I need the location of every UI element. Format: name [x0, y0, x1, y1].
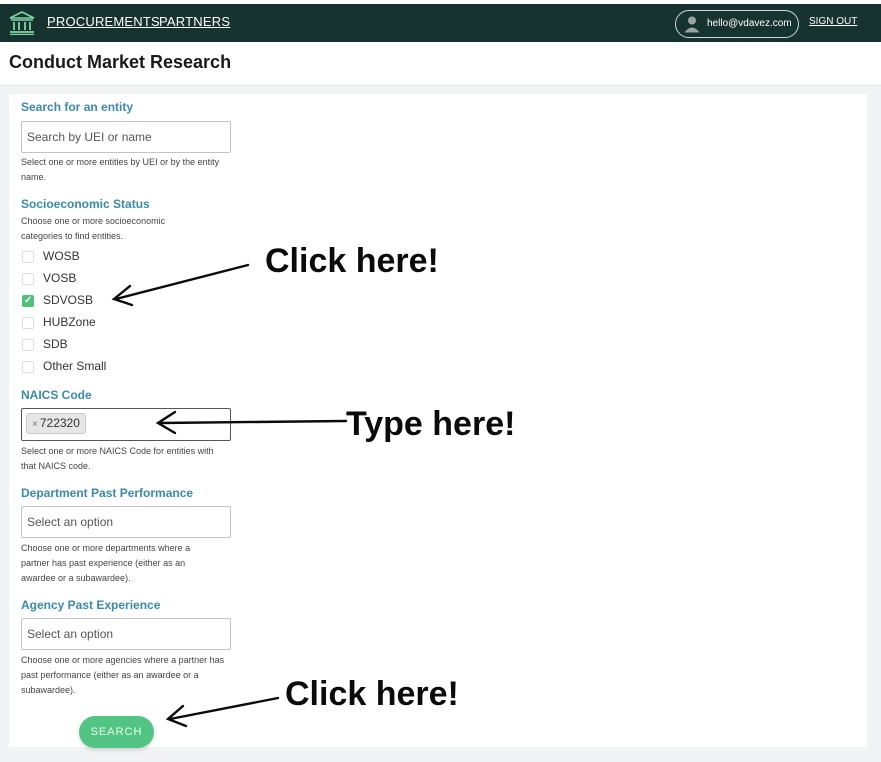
annotation-click-checkbox: Click here!: [265, 242, 439, 280]
annotation-type-naics: Type here!: [346, 405, 516, 443]
app-window: PROCUREMENTS PARTNERS hello@vdavez.com S…: [0, 0, 881, 762]
annotation-click-search: Click here!: [285, 675, 459, 713]
arrow-to-checkbox: [111, 263, 250, 307]
arrow-to-naics: [155, 410, 348, 435]
arrow-to-search: [165, 696, 280, 728]
annotation-arrows: [111, 263, 348, 728]
